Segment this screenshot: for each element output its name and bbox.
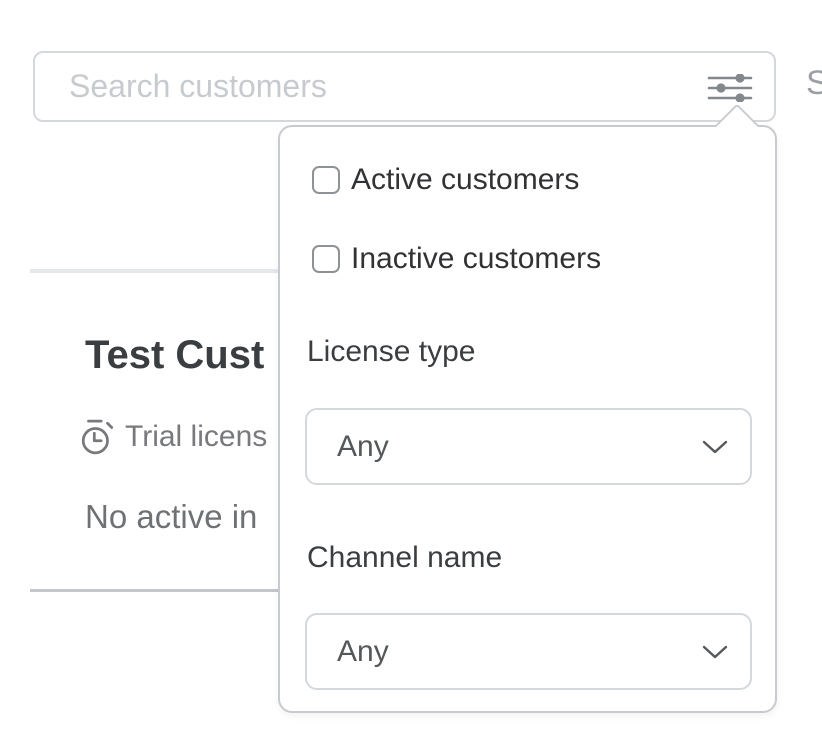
- license-type-select[interactable]: Any: [305, 408, 752, 485]
- chevron-down-icon: [702, 645, 728, 659]
- search-input[interactable]: [69, 53, 689, 120]
- customer-status-text: No active in: [85, 498, 257, 536]
- license-info-row: Trial licens: [80, 418, 267, 456]
- chevron-down-icon: [702, 440, 728, 454]
- stopwatch-icon: [80, 418, 116, 456]
- channel-name-select[interactable]: Any: [305, 613, 752, 690]
- customer-title: Test Cust: [85, 333, 264, 378]
- section-divider-bottom: [30, 589, 290, 592]
- sliders-icon: [707, 74, 753, 102]
- license-type-label: License type: [307, 335, 475, 369]
- search-bar: [33, 51, 776, 122]
- license-text: Trial licens: [125, 420, 267, 454]
- edge-clipped-text: S: [806, 64, 822, 103]
- inactive-customers-option[interactable]: Inactive customers: [312, 242, 601, 276]
- channel-name-label: Channel name: [307, 541, 502, 575]
- section-divider-top: [30, 269, 290, 273]
- active-customers-option[interactable]: Active customers: [312, 163, 579, 197]
- checkbox-label: Active customers: [351, 163, 579, 197]
- checkbox-label: Inactive customers: [351, 242, 601, 276]
- select-value: Any: [337, 430, 702, 464]
- select-value: Any: [337, 635, 702, 669]
- filter-button[interactable]: [700, 67, 760, 109]
- active-customers-checkbox[interactable]: [312, 166, 340, 194]
- inactive-customers-checkbox[interactable]: [312, 245, 340, 273]
- filter-popover: Active customers Inactive customers Lice…: [278, 125, 777, 713]
